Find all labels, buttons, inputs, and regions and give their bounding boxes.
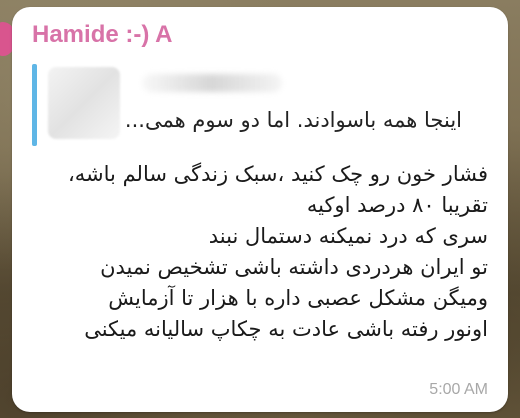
quote-author-redacted xyxy=(142,74,282,92)
reply-quote[interactable]: اینجا همه باسوادند. اما دو سوم همی... xyxy=(32,64,462,146)
message-bubble[interactable]: Hamide :-) A اینجا همه باسوادند. اما دو … xyxy=(12,7,508,412)
message-line: ومیگن مشکل عصبی داره با هزار تا آزمایش xyxy=(108,286,488,310)
quote-thumbnail xyxy=(48,67,120,139)
quote-text: اینجا همه باسوادند. اما دو سوم همی... xyxy=(124,108,462,132)
message-line: اونور رفته باشی عادت به چکاپ سالیانه میک… xyxy=(84,317,488,341)
message-line: تو ایران هردردی داشته باشی تشخیص نمیدن xyxy=(100,255,488,279)
quote-bar xyxy=(32,64,37,146)
sender-name[interactable]: Hamide :-) A xyxy=(32,21,172,49)
message-timestamp: 5:00 AM xyxy=(429,381,488,398)
message-text: فشار خون رو چک کنید ،سبک زندگی سالم باشه… xyxy=(18,159,488,345)
message-line: فشار خون رو چک کنید ،سبک زندگی سالم باشه… xyxy=(68,162,488,186)
message-line: تقریبا ۸۰ درصد اوکیه xyxy=(306,193,488,217)
message-line: سری که درد نمیکنه دستمال نبند xyxy=(208,224,488,248)
